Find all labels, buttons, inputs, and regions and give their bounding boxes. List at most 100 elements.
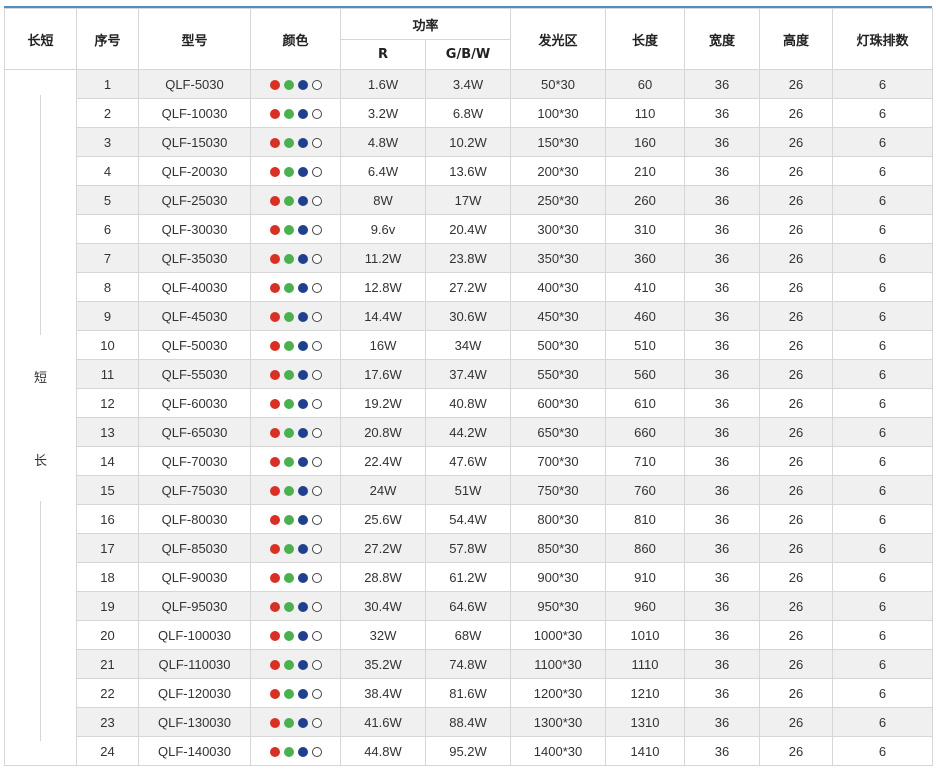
cell-width: 36 (684, 504, 761, 534)
cell-power-gbw: 88.4W (424, 707, 512, 737)
white-dot-icon (311, 747, 322, 758)
cell-led-rows: 6 (832, 69, 934, 99)
cell-width: 36 (684, 475, 761, 505)
cell-color (250, 388, 341, 418)
cell-color (250, 591, 341, 621)
cell-led-rows: 6 (832, 98, 934, 128)
cell-power-r: 9.6v (340, 214, 426, 244)
cell-emitting-area: 300*30 (510, 214, 607, 244)
cell-length: 310 (605, 214, 686, 244)
cell-model: QLF-15030 (138, 127, 251, 157)
blue-dot-icon (297, 718, 308, 729)
red-dot-icon (269, 515, 280, 526)
cell-power-r: 16W (340, 330, 426, 360)
red-dot-icon (269, 370, 280, 381)
cell-width: 36 (684, 330, 761, 360)
cell-no: 18 (76, 562, 139, 592)
white-dot-icon (311, 602, 322, 613)
cell-emitting-area: 800*30 (510, 504, 607, 534)
green-dot-icon (283, 225, 294, 236)
cell-width: 36 (684, 359, 761, 389)
color-dots (269, 109, 322, 120)
cell-length: 1110 (605, 649, 686, 679)
cell-color (250, 736, 341, 766)
color-dots (269, 312, 322, 323)
color-dots (269, 631, 322, 642)
green-dot-icon (283, 573, 294, 584)
cell-power-gbw: 64.6W (424, 591, 512, 621)
cell-power-r: 4.8W (340, 127, 426, 157)
green-dot-icon (283, 283, 294, 294)
green-dot-icon (283, 718, 294, 729)
blue-dot-icon (297, 370, 308, 381)
green-dot-icon (283, 196, 294, 207)
cell-width: 36 (684, 127, 761, 157)
cell-power-r: 3.2W (340, 98, 426, 128)
white-dot-icon (311, 167, 322, 178)
cell-no: 21 (76, 649, 139, 679)
cell-model: QLF-75030 (138, 475, 251, 505)
cell-emitting-area: 1300*30 (510, 707, 607, 737)
cell-model: QLF-50030 (138, 330, 251, 360)
length-type-char: 短 (33, 369, 47, 385)
white-dot-icon (311, 80, 322, 91)
blue-dot-icon (297, 312, 308, 323)
cell-height: 26 (759, 185, 834, 215)
cell-led-rows: 6 (832, 736, 934, 766)
cell-length: 410 (605, 272, 686, 302)
cell-width: 36 (684, 243, 761, 273)
color-dots (269, 689, 322, 700)
white-dot-icon (311, 428, 322, 439)
cell-color (250, 678, 341, 708)
blue-dot-icon (297, 138, 308, 149)
cell-color (250, 272, 341, 302)
table-row: 20 QLF-100030 32W 68W 1000*30 1010 36 26 6 (5, 620, 934, 650)
cell-height: 26 (759, 301, 834, 331)
cell-length: 860 (605, 533, 686, 563)
cell-no: 17 (76, 533, 139, 563)
cell-model: QLF-55030 (138, 359, 251, 389)
red-dot-icon (269, 573, 280, 584)
color-dots (269, 80, 322, 91)
cell-length: 510 (605, 330, 686, 360)
cell-no: 1 (76, 69, 139, 99)
cell-power-r: 1.6W (340, 69, 426, 99)
cell-width: 36 (684, 417, 761, 447)
cell-power-gbw: 30.6W (424, 301, 512, 331)
cell-height: 26 (759, 533, 834, 563)
green-dot-icon (283, 341, 294, 352)
cell-model: QLF-70030 (138, 446, 251, 476)
cell-led-rows: 6 (832, 591, 934, 621)
cell-power-r: 30.4W (340, 591, 426, 621)
cell-emitting-area: 550*30 (510, 359, 607, 389)
green-dot-icon (283, 631, 294, 642)
red-dot-icon (269, 747, 280, 758)
cell-length: 960 (605, 591, 686, 621)
cell-power-gbw: 74.8W (424, 649, 512, 679)
white-dot-icon (311, 573, 322, 584)
cell-length: 60 (605, 69, 686, 99)
cell-length: 160 (605, 127, 686, 157)
cell-led-rows: 6 (832, 243, 934, 273)
header-power: 功率 (339, 8, 512, 40)
cell-length: 360 (605, 243, 686, 273)
cell-width: 36 (684, 707, 761, 737)
red-dot-icon (269, 602, 280, 613)
cell-color (250, 417, 341, 447)
red-dot-icon (269, 399, 280, 410)
cell-height: 26 (759, 678, 834, 708)
white-dot-icon (311, 689, 322, 700)
cell-no: 7 (76, 243, 139, 273)
cell-length: 710 (605, 446, 686, 476)
blue-dot-icon (297, 428, 308, 439)
green-dot-icon (283, 515, 294, 526)
cell-emitting-area: 100*30 (510, 98, 607, 128)
cell-model: QLF-25030 (138, 185, 251, 215)
cell-height: 26 (759, 127, 834, 157)
blue-dot-icon (297, 196, 308, 207)
cell-length: 1310 (605, 707, 686, 737)
table-row: 6 QLF-30030 9.6v 20.4W 300*30 310 36 26 6 (5, 214, 934, 244)
cell-power-r: 17.6W (340, 359, 426, 389)
cell-no: 19 (76, 591, 139, 621)
cell-power-gbw: 68W (424, 620, 512, 650)
